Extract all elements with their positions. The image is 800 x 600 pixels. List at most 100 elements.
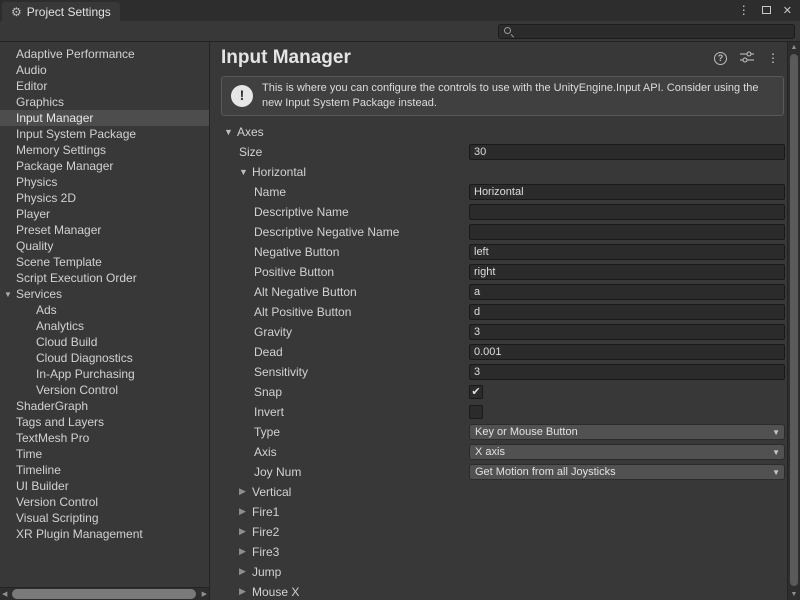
sidebar-item-physics-2d[interactable]: Physics 2D — [0, 190, 209, 206]
search-input[interactable] — [518, 25, 790, 38]
row-control-area: Key or Mouse Button▼ — [469, 424, 785, 440]
sidebar-item-shadergraph[interactable]: ShaderGraph — [0, 398, 209, 414]
sidebar-item-cloud-build[interactable]: Cloud Build — [0, 334, 209, 350]
sidebar-item-in-app-purchasing[interactable]: In-App Purchasing — [0, 366, 209, 382]
joy-num-dropdown[interactable]: Get Motion from all Joysticks▼ — [469, 464, 785, 480]
sidebar-item-time[interactable]: Time — [0, 446, 209, 462]
descriptive-name-input[interactable] — [469, 204, 785, 220]
scroll-up-icon[interactable]: ▲ — [788, 44, 800, 51]
alt-negative-button-input[interactable] — [469, 284, 785, 300]
field-label: Size — [239, 145, 262, 159]
row-control-area — [469, 324, 785, 340]
axis-dropdown[interactable]: X axis▼ — [469, 444, 785, 460]
row-control-area — [469, 304, 785, 320]
row-label-area: ▶Mouse X — [210, 585, 469, 599]
foldout-arrow-icon[interactable]: ▶ — [239, 566, 252, 577]
sidebar-item-version-control[interactable]: Version Control — [0, 382, 209, 398]
negative-button-input[interactable] — [469, 244, 785, 260]
foldout-arrow-icon[interactable]: ▶ — [239, 546, 252, 557]
sensitivity-input[interactable] — [469, 364, 785, 380]
sidebar-item-timeline[interactable]: Timeline — [0, 462, 209, 478]
sidebar-item-adaptive-performance[interactable]: Adaptive Performance — [0, 46, 209, 62]
row-jump[interactable]: ▶Jump — [210, 562, 787, 582]
sidebar-item-visual-scripting[interactable]: Visual Scripting — [0, 510, 209, 526]
sidebar-horizontal-scrollbar[interactable]: ◀ ▶ — [0, 587, 209, 600]
sidebar-item-ads[interactable]: Ads — [0, 302, 209, 318]
tab-title: Project Settings — [27, 5, 111, 19]
sidebar-item-package-manager[interactable]: Package Manager — [0, 158, 209, 174]
alt-positive-button-input[interactable] — [469, 304, 785, 320]
sidebar-item-version-control[interactable]: Version Control — [0, 494, 209, 510]
vertical-scrollbar[interactable]: ▲ ▼ — [787, 42, 800, 600]
dead-input[interactable] — [469, 344, 785, 360]
sidebar-item-analytics[interactable]: Analytics — [0, 318, 209, 334]
row-control-area — [469, 344, 785, 360]
descriptive-negative-name-input[interactable] — [469, 224, 785, 240]
sidebar-item-textmesh-pro[interactable]: TextMesh Pro — [0, 430, 209, 446]
sidebar-item-audio[interactable]: Audio — [0, 62, 209, 78]
row-vertical[interactable]: ▶Vertical — [210, 482, 787, 502]
search-box[interactable] — [498, 24, 795, 39]
sidebar-item-editor[interactable]: Editor — [0, 78, 209, 94]
close-icon[interactable]: ✕ — [783, 4, 792, 17]
sidebar-item-memory-settings[interactable]: Memory Settings — [0, 142, 209, 158]
help-icon[interactable]: ? — [714, 52, 727, 65]
gravity-input[interactable] — [469, 324, 785, 340]
row-label-area: ▶Jump — [210, 565, 469, 579]
sidebar-item-label: Version Control — [16, 495, 98, 509]
sidebar-item-preset-manager[interactable]: Preset Manager — [0, 222, 209, 238]
type-dropdown[interactable]: Key or Mouse Button▼ — [469, 424, 785, 440]
row-label-area: Invert — [210, 405, 469, 419]
row-horizontal[interactable]: ▼Horizontal — [210, 162, 787, 182]
sidebar-item-ui-builder[interactable]: UI Builder — [0, 478, 209, 494]
maximize-icon[interactable] — [762, 6, 771, 14]
row-label-area: Negative Button — [210, 245, 469, 259]
sidebar-item-services[interactable]: ▼Services — [0, 286, 209, 302]
size-input[interactable] — [469, 144, 785, 160]
row-mouse-x[interactable]: ▶Mouse X — [210, 582, 787, 600]
row-control-area — [469, 144, 785, 160]
name-input[interactable] — [469, 184, 785, 200]
sidebar-item-label: Editor — [16, 79, 47, 93]
foldout-arrow-icon[interactable]: ▶ — [239, 586, 252, 597]
vertical-scroll-thumb[interactable] — [790, 54, 798, 586]
foldout-arrow-icon[interactable]: ▶ — [239, 486, 252, 497]
row-axes[interactable]: ▼Axes — [210, 122, 787, 142]
sidebar-item-player[interactable]: Player — [0, 206, 209, 222]
sidebar-item-label: UI Builder — [16, 479, 69, 493]
foldout-arrow-icon[interactable]: ▶ — [239, 526, 252, 537]
more-options-icon[interactable]: ⋮ — [767, 51, 779, 65]
foldout-arrow-icon[interactable]: ▼ — [4, 290, 16, 299]
sidebar-item-cloud-diagnostics[interactable]: Cloud Diagnostics — [0, 350, 209, 366]
row-fire1[interactable]: ▶Fire1 — [210, 502, 787, 522]
sidebar-list: Adaptive PerformanceAudioEditorGraphicsI… — [0, 46, 209, 587]
foldout-arrow-icon[interactable]: ▼ — [239, 167, 252, 177]
foldout-arrow-icon[interactable]: ▶ — [239, 506, 252, 517]
foldout-arrow-icon[interactable]: ▼ — [224, 127, 237, 137]
horizontal-scroll-thumb[interactable] — [12, 589, 196, 599]
row-label-area: ▶Fire2 — [210, 525, 469, 539]
sidebar-item-quality[interactable]: Quality — [0, 238, 209, 254]
sidebar-item-script-execution-order[interactable]: Script Execution Order — [0, 270, 209, 286]
row-fire2[interactable]: ▶Fire2 — [210, 522, 787, 542]
tab-project-settings[interactable]: ⚙ Project Settings — [2, 2, 120, 21]
positive-button-input[interactable] — [469, 264, 785, 280]
sidebar-item-xr-plugin-management[interactable]: XR Plugin Management — [0, 526, 209, 542]
scroll-left-icon[interactable]: ◀ — [2, 590, 7, 598]
snap-checkbox[interactable]: ✔ — [469, 385, 483, 399]
sidebar-item-graphics[interactable]: Graphics — [0, 94, 209, 110]
sidebar-item-physics[interactable]: Physics — [0, 174, 209, 190]
sidebar-item-input-system-package[interactable]: Input System Package — [0, 126, 209, 142]
sidebar-item-scene-template[interactable]: Scene Template — [0, 254, 209, 270]
scroll-down-icon[interactable]: ▼ — [788, 591, 800, 598]
sidebar-item-label: Timeline — [16, 463, 61, 477]
preset-icon[interactable] — [740, 51, 754, 66]
invert-checkbox[interactable] — [469, 405, 483, 419]
scroll-right-icon[interactable]: ▶ — [202, 590, 207, 598]
row-fire3[interactable]: ▶Fire3 — [210, 542, 787, 562]
sidebar-item-tags-and-layers[interactable]: Tags and Layers — [0, 414, 209, 430]
sidebar-item-input-manager[interactable]: Input Manager — [0, 110, 209, 126]
search-icon — [503, 26, 514, 37]
window-menu-icon[interactable]: ⋮ — [738, 3, 750, 17]
row-joy-num: Joy NumGet Motion from all Joysticks▼ — [210, 462, 787, 482]
